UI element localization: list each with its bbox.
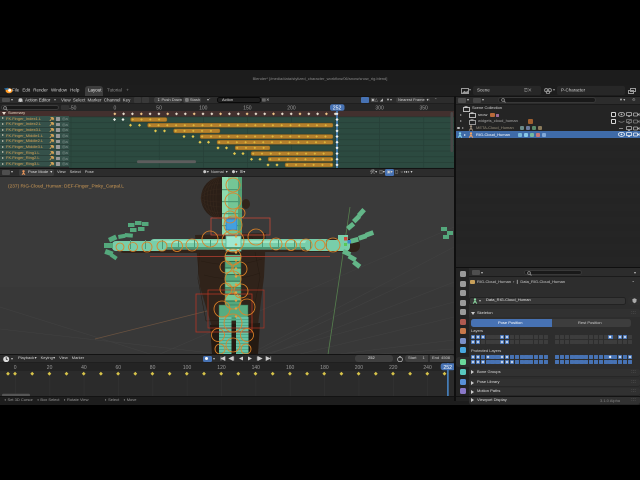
svg-text:252: 252 — [333, 105, 342, 111]
svg-text:120: 120 — [217, 365, 226, 371]
svg-text:240: 240 — [423, 365, 432, 371]
svg-text:60: 60 — [116, 365, 122, 371]
svg-text:252: 252 — [443, 365, 452, 371]
svg-text:200: 200 — [287, 105, 296, 111]
svg-text:50: 50 — [156, 105, 162, 111]
svg-text:200: 200 — [355, 365, 364, 371]
svg-text:150: 150 — [243, 105, 252, 111]
svg-text:180: 180 — [320, 365, 329, 371]
svg-text:0: 0 — [14, 365, 17, 371]
svg-text:80: 80 — [150, 365, 156, 371]
svg-text:140: 140 — [252, 365, 261, 371]
svg-text:20: 20 — [47, 365, 53, 371]
svg-text:350: 350 — [420, 105, 429, 111]
svg-text:100: 100 — [199, 105, 208, 111]
svg-text:0: 0 — [114, 105, 117, 111]
svg-text:160: 160 — [286, 365, 295, 371]
svg-text:100: 100 — [183, 365, 192, 371]
svg-text:300: 300 — [375, 105, 384, 111]
svg-text:220: 220 — [389, 365, 398, 371]
svg-text:-50: -50 — [69, 105, 76, 111]
svg-text:40: 40 — [81, 365, 87, 371]
svg-text:(237) RIG-Cloud_Human: DEF-Fin: (237) RIG-Cloud_Human: DEF-Finger_Pinky_… — [8, 183, 124, 189]
